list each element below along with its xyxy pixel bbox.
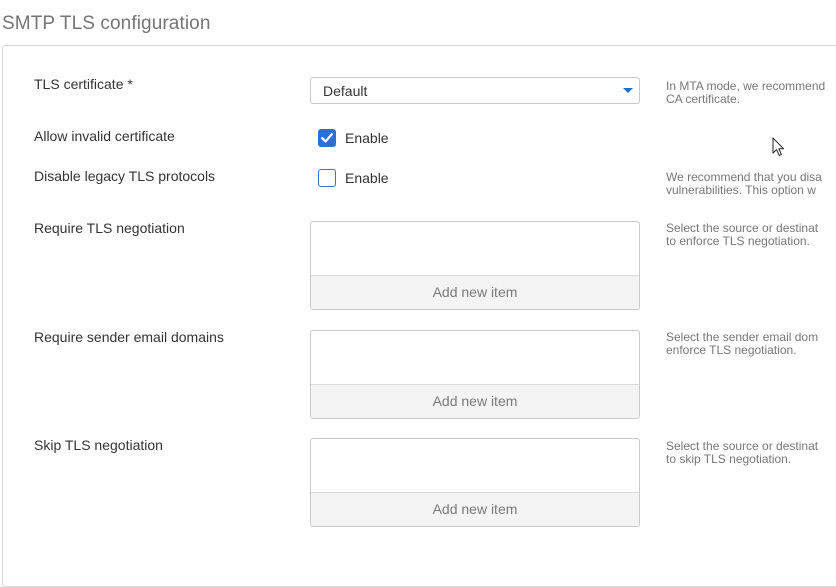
- require-sender-add-item-button[interactable]: Add new item: [311, 384, 639, 418]
- tls-certificate-label: TLS certificate *: [34, 76, 133, 92]
- skip-tls-negotiation-help: Select the source or destinat to skip TL…: [666, 440, 836, 466]
- skip-tls-negotiation-list: Add new item: [310, 438, 640, 527]
- tls-certificate-help: In MTA mode, we recommend CA certificate…: [666, 80, 836, 106]
- require-sender-domains-items[interactable]: [311, 331, 639, 387]
- skip-tls-negotiation-items[interactable]: [311, 439, 639, 495]
- disable-legacy-tls-checkbox[interactable]: [318, 169, 336, 187]
- allow-invalid-certificate-enable-label[interactable]: Enable: [345, 130, 389, 146]
- require-tls-negotiation-list: Add new item: [310, 221, 640, 310]
- allow-invalid-certificate-checkbox[interactable]: [318, 129, 336, 147]
- tls-certificate-help-line2: CA certificate.: [666, 92, 741, 106]
- mouse-cursor-icon: [772, 137, 785, 156]
- skip-tls-add-item-button[interactable]: Add new item: [311, 492, 639, 526]
- require-tls-negotiation-items[interactable]: [311, 222, 639, 278]
- tls-certificate-value: Default: [323, 83, 368, 99]
- disable-legacy-tls-help-line2: vulnerabilities. This option w: [666, 183, 816, 197]
- require-tls-negotiation-help-line2: to enforce TLS negotiation.: [666, 234, 810, 248]
- require-sender-domains-label: Require sender email domains: [34, 329, 224, 345]
- skip-tls-negotiation-help-line2: to skip TLS negotiation.: [666, 452, 792, 466]
- require-sender-domains-list: Add new item: [310, 330, 640, 419]
- disable-legacy-tls-label: Disable legacy TLS protocols: [34, 168, 216, 184]
- allow-invalid-certificate-label: Allow invalid certificate: [34, 128, 175, 144]
- checkmark-icon: [321, 133, 333, 143]
- require-tls-add-item-button[interactable]: Add new item: [311, 275, 639, 309]
- chevron-down-icon: [623, 88, 633, 93]
- tls-certificate-select[interactable]: Default: [310, 77, 640, 104]
- require-tls-negotiation-help: Select the source or destinat to enforce…: [666, 222, 836, 248]
- require-sender-domains-help-line2: enforce TLS negotiation.: [666, 343, 797, 357]
- require-sender-domains-help: Select the sender email dom enforce TLS …: [666, 331, 836, 357]
- section-title: SMTP TLS configuration: [2, 13, 211, 34]
- disable-legacy-tls-help: We recommend that you disa vulnerabiliti…: [666, 171, 836, 197]
- disable-legacy-tls-enable-label[interactable]: Enable: [345, 170, 389, 186]
- skip-tls-negotiation-label: Skip TLS negotiation: [34, 437, 163, 453]
- require-tls-negotiation-label: Require TLS negotiation: [34, 220, 185, 236]
